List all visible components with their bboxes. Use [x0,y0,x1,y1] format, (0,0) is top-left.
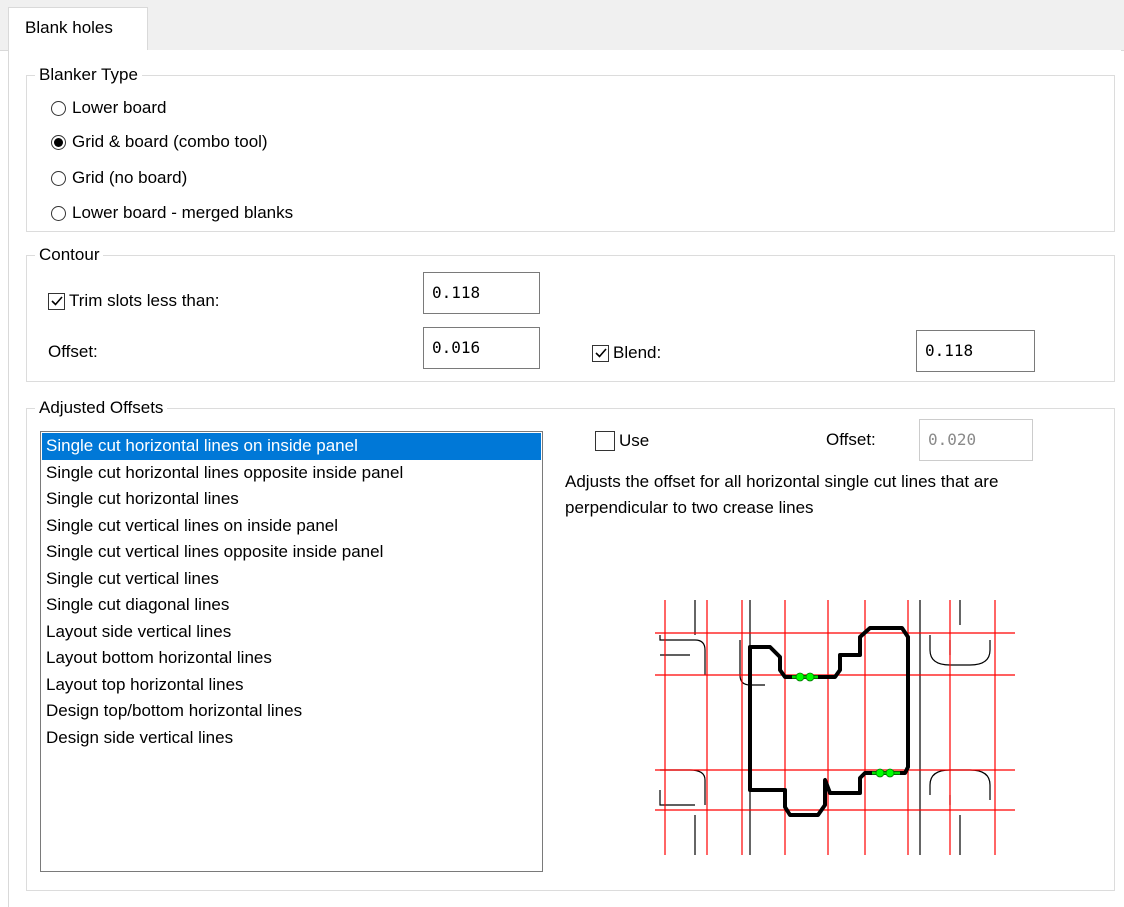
adjusted-offsets-list[interactable]: Single cut horizontal lines on inside pa… [40,431,543,872]
list-item[interactable]: Single cut vertical lines opposite insid… [42,539,541,566]
list-item[interactable]: Single cut vertical lines [42,566,541,593]
adjusted-offset-label: Offset: [826,430,876,449]
trim-slots-label: Trim slots less than: [69,291,220,310]
radio-indicator[interactable] [51,170,66,186]
checkbox-box[interactable] [48,292,65,310]
list-item[interactable]: Design top/bottom horizontal lines [42,698,541,725]
radio-indicator[interactable] [51,134,66,150]
checkbox-box[interactable] [595,431,615,451]
list-item[interactable]: Layout side vertical lines [42,619,541,646]
radio-indicator[interactable] [51,100,66,116]
blend-label: Blend: [613,343,662,362]
offset-illustration [655,600,1015,855]
radio-label: Lower board - merged blanks [72,203,294,222]
adjusted-offset-input[interactable]: 0.020 [919,419,1033,461]
list-item[interactable]: Design side vertical lines [42,725,541,752]
offset-label: Offset: [48,342,98,361]
blend-checkbox[interactable]: Blend: [592,340,661,366]
tab-blank-holes[interactable]: Blank holes [8,7,148,51]
offset-input[interactable]: 0.016 [423,327,540,369]
blend-input[interactable]: 0.118 [916,330,1035,372]
contour-legend: Contour [35,244,104,266]
radio-indicator[interactable] [51,205,66,221]
list-item[interactable]: Single cut horizontal lines [42,486,541,513]
list-item[interactable]: Single cut horizontal lines on inside pa… [42,433,541,460]
tab-strip: Blank holes [0,0,1124,51]
list-item[interactable]: Single cut horizontal lines opposite ins… [42,460,541,487]
blanker-type-legend: Blanker Type [35,64,142,86]
radio-label: Lower board [72,98,167,117]
checkbox-box[interactable] [592,344,609,362]
radio-lower-board[interactable]: Lower board [51,95,167,121]
radio-label: Grid & board (combo tool) [72,132,268,151]
trim-slots-input[interactable]: 0.118 [423,272,540,314]
adjusted-offset-description: Adjusts the offset for all horizontal si… [565,472,999,517]
list-item[interactable]: Layout top horizontal lines [42,672,541,699]
use-label: Use [619,431,650,450]
list-item[interactable]: Single cut vertical lines on inside pane… [42,513,541,540]
radio-label: Grid (no board) [72,168,188,187]
radio-grid-and-board[interactable]: Grid & board (combo tool) [51,129,268,155]
radio-lower-board-merged[interactable]: Lower board - merged blanks [51,200,293,226]
list-item[interactable]: Layout bottom horizontal lines [42,645,541,672]
list-item[interactable]: Single cut diagonal lines [42,592,541,619]
trim-slots-checkbox[interactable]: Trim slots less than: [48,288,220,314]
use-checkbox[interactable]: Use [595,428,649,454]
radio-grid-no-board[interactable]: Grid (no board) [51,165,187,191]
adjusted-offsets-legend: Adjusted Offsets [35,397,168,419]
